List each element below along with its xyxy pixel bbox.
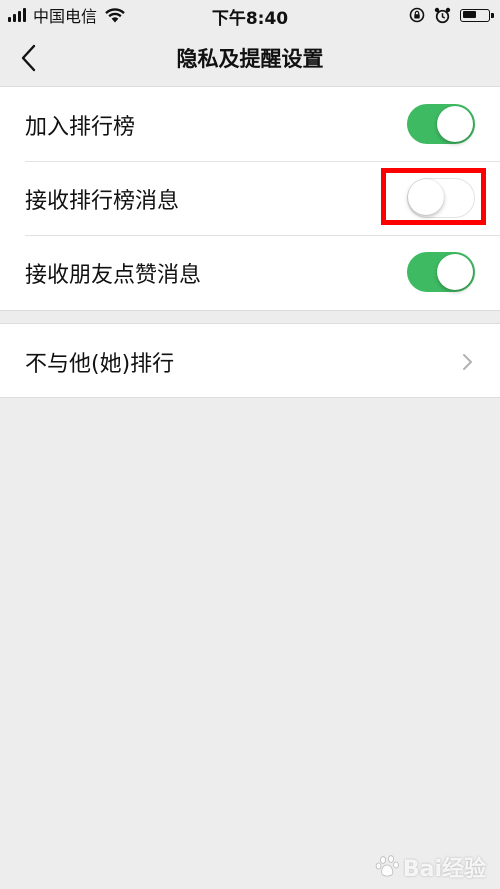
setting-row-join-ranking: 加入排行榜 (0, 87, 500, 161)
highlight-annotation-box (381, 168, 486, 225)
battery-icon (460, 8, 494, 22)
switch-knob (437, 106, 473, 142)
alarm-icon (434, 7, 451, 23)
nav-bar: 隐私及提醒设置 (0, 30, 500, 86)
baidu-jingyan-watermark: Bai经验 (375, 851, 486, 883)
watermark-text: Bai经验 (402, 857, 486, 882)
switch-knob (437, 254, 473, 290)
setting-row-receive-like-messages: 接收朋友点赞消息 (0, 235, 500, 309)
setting-label: 接收朋友点赞消息 (25, 263, 202, 288)
exclude-from-ranking-row[interactable]: 不与他(她)排行 (0, 324, 500, 398)
status-bar: 中国电信 下午8:40 (0, 0, 500, 30)
status-right (409, 5, 494, 25)
rotation-lock-icon (409, 7, 425, 23)
setting-label: 加入排行榜 (25, 115, 136, 140)
page-title: 隐私及提醒设置 (176, 47, 324, 71)
join-ranking-switch[interactable] (407, 104, 475, 144)
setting-label: 接收排行榜消息 (25, 189, 180, 214)
chevron-right-icon (463, 354, 472, 370)
battery-fill (462, 11, 476, 18)
setting-label: 不与他(她)排行 (25, 352, 175, 377)
exclude-ranking-group: 不与他(她)排行 (0, 323, 500, 398)
paw-logo-icon (375, 855, 399, 877)
receive-like-messages-switch[interactable] (407, 252, 475, 292)
